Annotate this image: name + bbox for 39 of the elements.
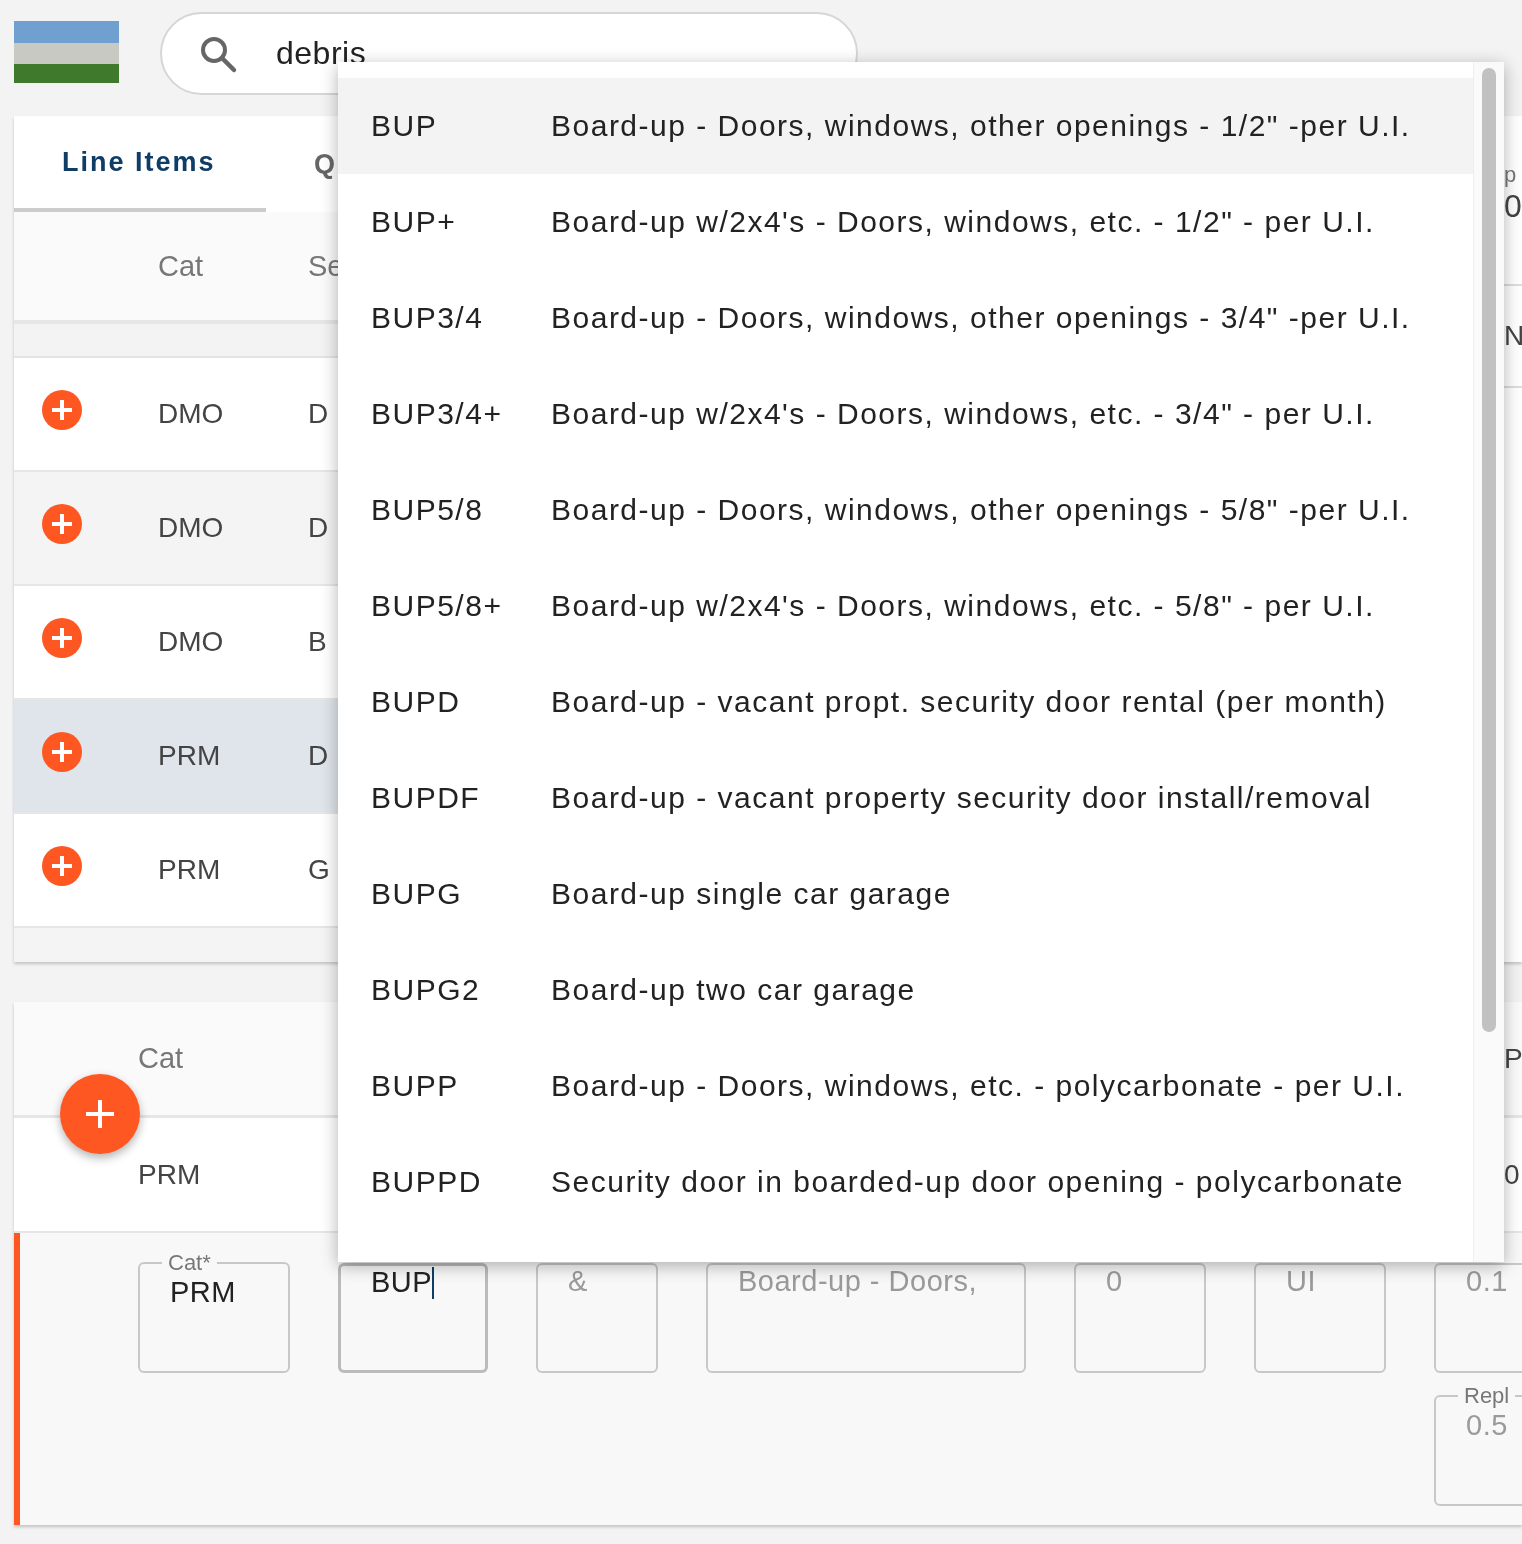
table-cell: 0 (1504, 1158, 1520, 1190)
input-field[interactable]: BUP (338, 1263, 488, 1373)
dropdown-option[interactable]: BUP Board-up - Doors, windows, other openings - 1/2" -per U.I. (338, 78, 1473, 174)
add-icon[interactable] (42, 618, 82, 658)
dropdown-option[interactable]: BUP3/4 Board-up - Doors, windows, other openings - 3/4" -per U.I. (338, 270, 1473, 366)
table-cell-text: PRM (158, 854, 222, 886)
dropdown-option[interactable]: BUP+ Board-up w/2x4's - Doors, windows, etc. - 1/2" - per U.I. (338, 174, 1473, 270)
column-header: Cat (158, 249, 205, 283)
table-cell: B (308, 626, 327, 658)
dropdown-option[interactable]: BUP3/4+ Board-up w/2x4's - Doors, windows, etc. - 3/4" - per U.I. (338, 366, 1473, 462)
table-cell-text: DMO (158, 626, 225, 658)
column-header: P (1504, 1042, 1522, 1074)
add-icon[interactable] (42, 390, 82, 430)
table-cell-text: PRM (158, 740, 222, 772)
dropdown-option[interactable]: BUP5/8+ Board-up w/2x4's - Doors, windows, etc. - 5/8" - per U.I. (338, 558, 1473, 654)
table-cell: 0 (1504, 188, 1522, 225)
dropdown-option[interactable]: BUP5/8 Board-up - Doors, windows, other openings - 5/8" -per U.I. (338, 462, 1473, 558)
table-cell: G (308, 854, 330, 886)
table-cell: PRM (138, 1158, 201, 1190)
dropdown-option[interactable]: BUPG2 Board-up two car garage (338, 942, 1473, 1038)
column-header: p (1504, 162, 1518, 188)
scrollbar-thumb[interactable] (1482, 68, 1496, 1032)
tab[interactable]: Q (266, 116, 337, 212)
table-cell-text: DMO (158, 398, 225, 430)
plus-icon (83, 1097, 117, 1131)
column-header: Cat (138, 1042, 184, 1074)
table-cell: D (308, 512, 329, 544)
dropdown-option[interactable]: BUPD Board-up - vacant propt. security door rental (per month) (338, 654, 1473, 750)
table-cell: D (308, 740, 329, 772)
add-icon[interactable] (42, 504, 82, 544)
add-icon[interactable] (42, 846, 82, 886)
dropdown-option[interactable]: BUPG Board-up single car garage (338, 846, 1473, 942)
table-cell-text: DMO (158, 512, 225, 544)
dropdown-option[interactable]: BUPDF Board-up - vacant property security door install/removal (338, 750, 1473, 846)
table-cell: D (308, 398, 329, 430)
dropdown-option[interactable]: BUPPD Security door in boarded-up door opening - polycarbonate (338, 1134, 1473, 1230)
add-icon[interactable] (42, 732, 82, 772)
column-header: N (1504, 320, 1522, 352)
dropdown-option[interactable]: BUPP Board-up - Doors, windows, etc. - polycarbonate - per U.I. (338, 1038, 1473, 1134)
